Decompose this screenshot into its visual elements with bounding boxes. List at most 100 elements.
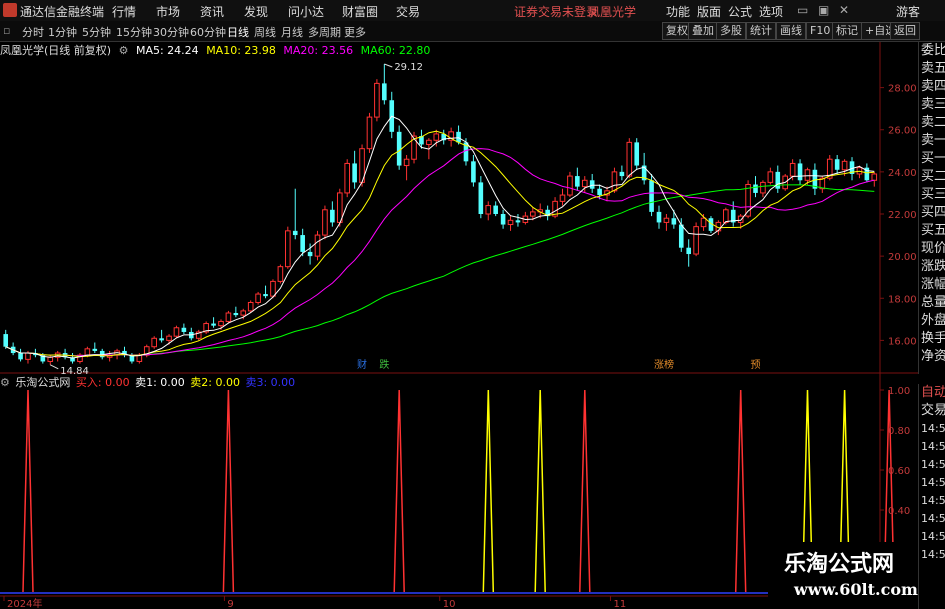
candle-body-down (753, 184, 758, 193)
candle-body-up (344, 162, 351, 194)
signal-spike (393, 389, 405, 593)
candle-body-up (804, 169, 811, 181)
watermark-title: 乐淘公式网 (784, 552, 895, 577)
candle-body-up (789, 162, 796, 177)
price-tick-label: 20.00 (888, 252, 917, 263)
candle-body-up (366, 116, 373, 150)
side-label: 卖五 (921, 61, 945, 76)
side-label: 委比 (921, 43, 945, 58)
candle-body-up (663, 217, 670, 223)
side-label: 涨幅 (921, 277, 945, 292)
candle-body-down (619, 171, 625, 177)
side-label: 买四 (921, 205, 945, 220)
candle-body-down (589, 180, 595, 189)
candle-body-up (166, 335, 172, 341)
ma20-line (5, 148, 875, 357)
candle-body-up (559, 194, 566, 202)
signal-spike (579, 389, 591, 593)
candle-body-down (456, 131, 461, 143)
side-label: 买五 (921, 223, 945, 238)
candle-body-up (841, 160, 848, 171)
candle-body-down (671, 218, 677, 225)
low-price-label: 14.84 (60, 366, 89, 377)
trade-label[interactable]: 交易 (919, 402, 945, 420)
low-marker (50, 364, 59, 370)
candle-body-up (626, 141, 633, 177)
quote-side-panel: 委比 卖五 卖四 卖三 卖二 卖一 买一 买二 买三 买四 买五 现价 涨跌 涨… (918, 42, 945, 374)
trade-side-panel: 自动 交易 14:56 14:56 14:56 14:56 14:56 14:5… (918, 384, 945, 609)
side-label: 买二 (921, 169, 945, 184)
auto-trade-label[interactable]: 自动 (919, 384, 945, 402)
time-label: 14:56 (921, 548, 945, 561)
candle-body-up (25, 352, 31, 360)
date-tick-label: 11 (613, 599, 626, 609)
candle-body-down (478, 182, 484, 214)
side-label: 涨跌 (921, 259, 945, 274)
ma5-line (5, 115, 875, 359)
price-tick-label: 22.00 (888, 210, 917, 221)
event-marker: 预 (751, 359, 761, 371)
candle-body-down (159, 338, 164, 341)
candle-body-down (649, 180, 654, 212)
indicator-tick-label: 1.00 (888, 386, 910, 397)
time-label: 14:56 (921, 422, 945, 435)
candle-body-down (775, 171, 781, 189)
indicator-tick-label: 0.80 (888, 426, 910, 437)
kline-chart[interactable]: 28.00 26.00 24.00 22.00 20.00 18.00 16.00 1.00 0… (0, 0, 945, 609)
date-tick-label: 9 (227, 599, 233, 609)
indicator-tick-label: 0.60 (888, 466, 910, 477)
candle-body-down (656, 211, 662, 223)
candle-body-up (529, 211, 536, 217)
candle-body-up (84, 348, 91, 356)
candle-body-down (3, 334, 9, 347)
candle-body-up (240, 310, 247, 316)
candle-body-up (611, 171, 618, 192)
candle-body-down (292, 230, 298, 236)
high-marker (384, 63, 393, 68)
candle-body-down (330, 209, 335, 223)
event-marker: 跌 (379, 358, 389, 371)
signal-spike (534, 389, 546, 593)
side-label: 外盘 (921, 313, 945, 328)
signal-spike (22, 389, 34, 593)
candle-body-up (151, 337, 157, 348)
time-label: 14:56 (921, 494, 945, 507)
side-label: 卖二 (921, 115, 945, 130)
candle-body-up (507, 219, 514, 226)
candle-body-up (581, 179, 588, 188)
candle-body-up (218, 320, 224, 327)
candle-body-up (567, 175, 573, 196)
candle-body-down (678, 224, 684, 248)
high-price-label: 29.12 (394, 62, 423, 73)
date-tick-label: 2024年 (7, 597, 42, 609)
time-label: 14:56 (921, 530, 945, 543)
watermark-url: www.60lt.com (794, 580, 918, 599)
candle-body-up (270, 280, 276, 297)
candle-body-up (247, 301, 254, 312)
candle-body-down (181, 327, 187, 332)
ma60-line (5, 184, 875, 357)
price-tick-label: 26.00 (888, 126, 917, 137)
candle-body-up (285, 230, 291, 268)
candle-body-down (493, 205, 498, 214)
candle-body-up (433, 133, 440, 141)
candle-body-up (173, 327, 180, 337)
price-tick-label: 24.00 (888, 168, 917, 179)
candle-body-down (233, 313, 239, 316)
candle-body-up (255, 293, 261, 303)
side-label: 卖三 (921, 97, 945, 112)
candle-body-up (322, 209, 328, 236)
date-tick-label: 10 (443, 599, 456, 609)
side-label: 买一 (921, 151, 945, 166)
price-tick-label: 18.00 (888, 294, 917, 305)
candle-body-down (500, 214, 506, 225)
candle-body-up (225, 312, 232, 322)
time-label: 14:56 (921, 458, 945, 471)
candle-body-down (634, 142, 640, 166)
candle-body-down (575, 176, 580, 187)
time-label: 14:56 (921, 512, 945, 525)
side-label: 卖四 (921, 79, 945, 94)
candle-body-down (352, 163, 357, 183)
candle-body-down (211, 323, 216, 326)
side-label: 现价 (921, 241, 945, 256)
